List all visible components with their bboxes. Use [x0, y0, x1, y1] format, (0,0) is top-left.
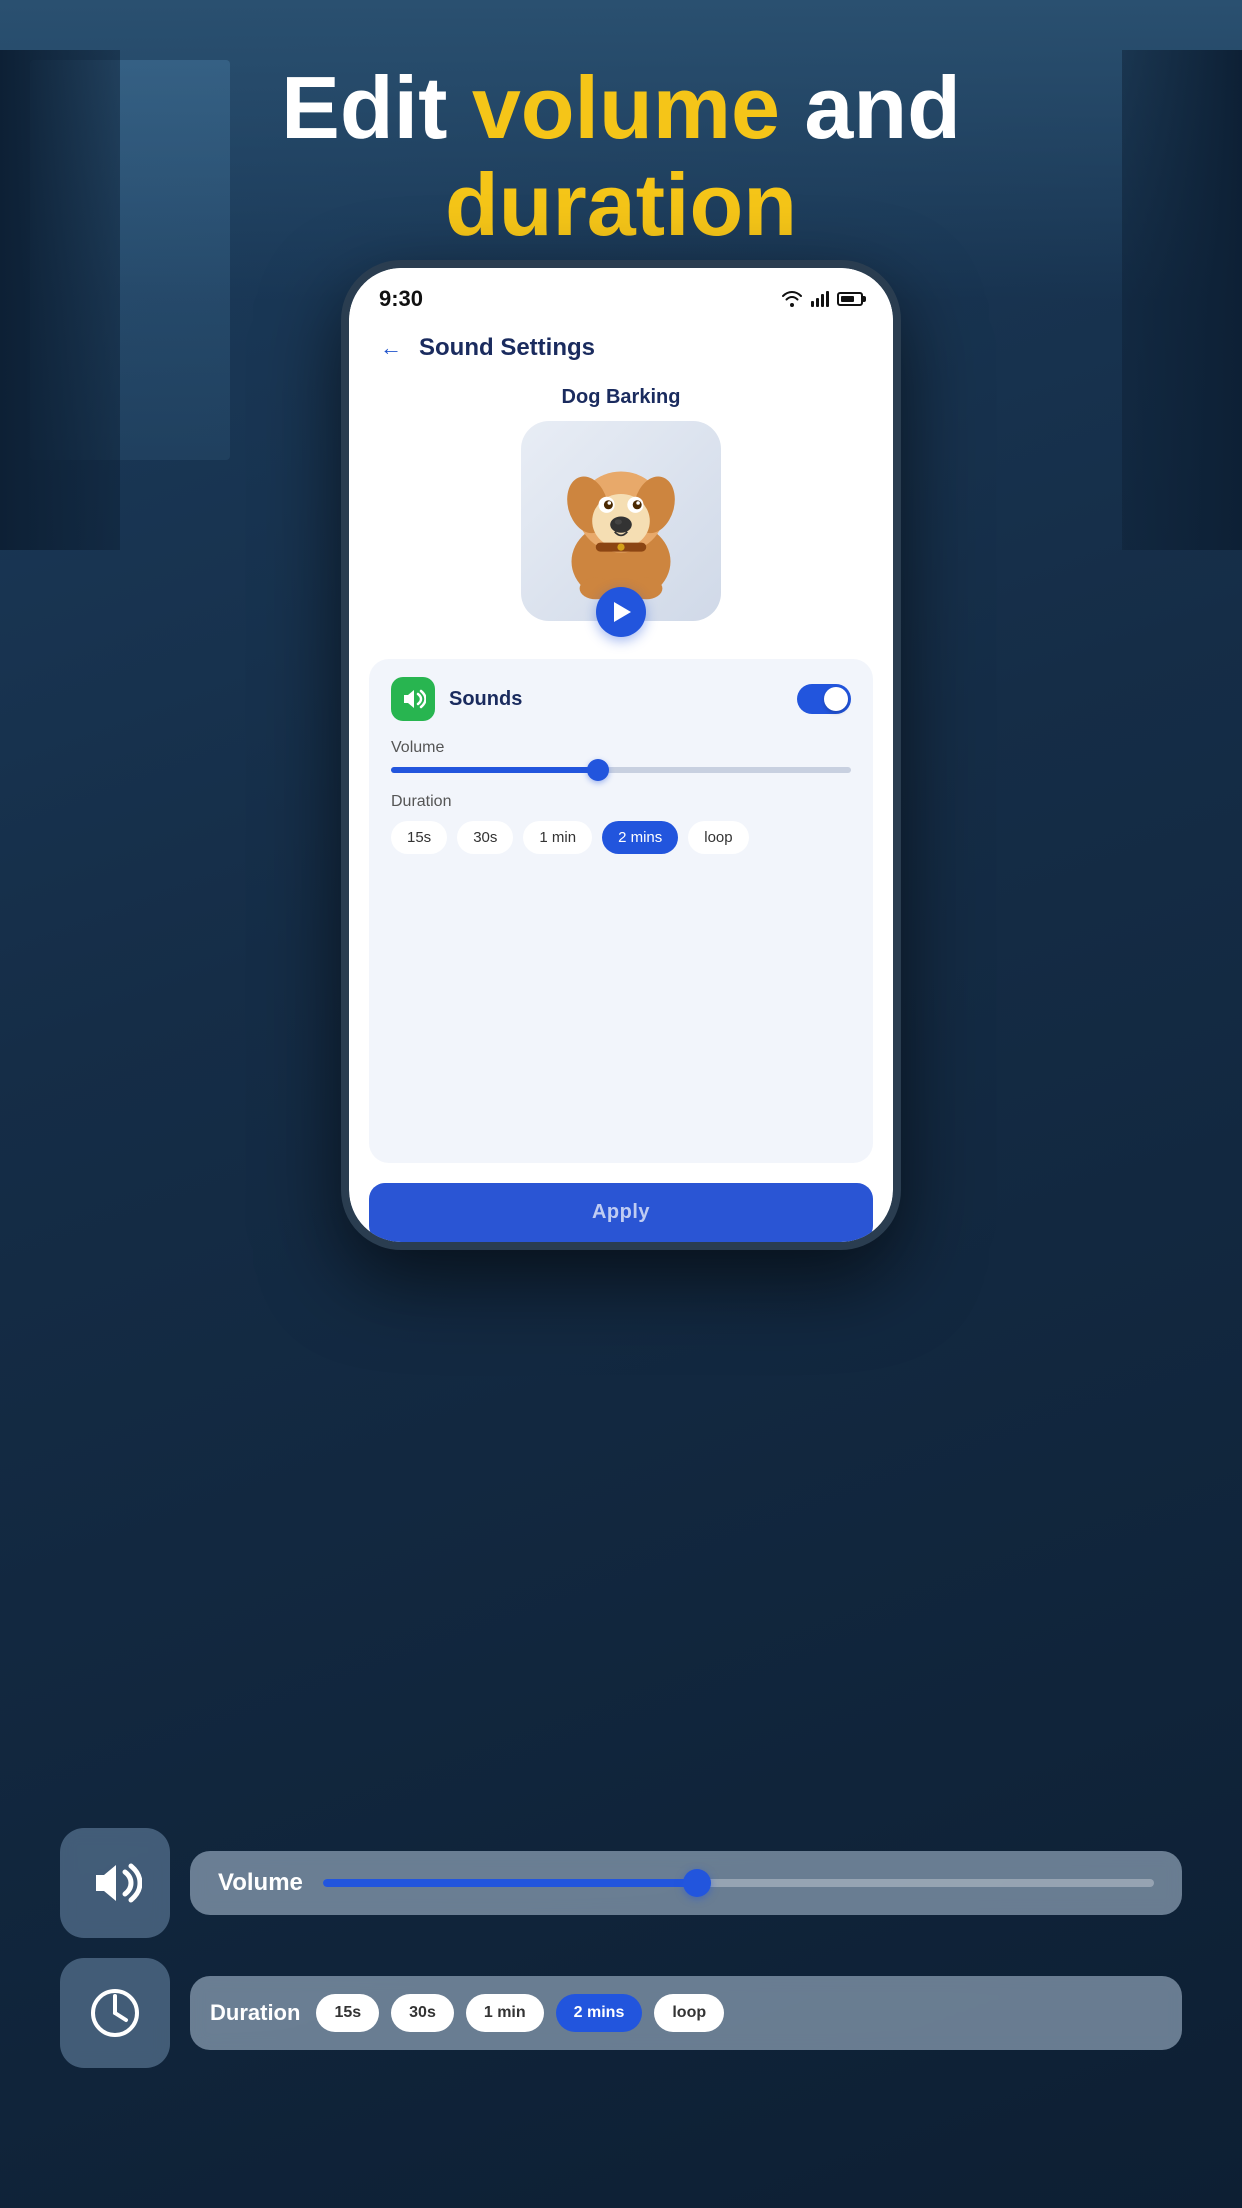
volume-bottom-slider[interactable] [323, 1879, 1154, 1887]
slider-fill [391, 767, 598, 773]
volume-bottom-fill [323, 1879, 697, 1887]
header-prefix: Edit [281, 58, 472, 157]
header-section: Edit volume and duration [0, 60, 1242, 254]
slider-thumb[interactable] [587, 759, 609, 781]
bottom-dur-btn-2mins[interactable]: 2 mins [556, 1994, 643, 2032]
volume-down-button[interactable] [341, 488, 343, 548]
sounds-toggle[interactable] [797, 684, 851, 714]
status-time: 9:30 [379, 286, 423, 312]
duration-bottom-row: Duration 15s 30s 1 min 2 mins loop [60, 1958, 1182, 2068]
bottom-dur-btn-loop[interactable]: loop [654, 1994, 724, 2032]
clock-icon [88, 1986, 142, 2040]
duration-btn-30s[interactable]: 30s [457, 821, 513, 854]
sounds-row: Sounds [391, 677, 851, 721]
phone-screen: 9:30 [349, 268, 893, 1242]
settings-panel: Sounds Volume Duration 15s 30s 1 min 2 m… [369, 659, 873, 1163]
volume-up-button[interactable] [341, 408, 343, 468]
volume-label: Volume [391, 739, 851, 757]
app-header: ← Sound Settings [349, 320, 893, 372]
bottom-controls: Volume Duration 15s 30s 1 min 2 mins loo… [0, 1828, 1242, 2068]
bottom-dur-btn-1min[interactable]: 1 min [466, 1994, 544, 2032]
signal-icon [811, 291, 829, 307]
volume-bottom-label: Volume [218, 1869, 303, 1897]
sounds-label: Sounds [449, 688, 797, 711]
duration-btn-1min[interactable]: 1 min [523, 821, 592, 854]
status-icons [781, 291, 863, 307]
sounds-icon-wrap [391, 677, 435, 721]
duration-btn-loop[interactable]: loop [688, 821, 748, 854]
duration-bottom-panel: Duration 15s 30s 1 min 2 mins loop [190, 1976, 1182, 2050]
duration-icon-button[interactable] [60, 1958, 170, 2068]
back-button[interactable]: ← [373, 330, 409, 366]
sound-image-wrap [521, 421, 721, 621]
volume-icon-button[interactable] [60, 1828, 170, 1938]
toggle-knob [824, 687, 848, 711]
speaker-icon [400, 686, 426, 712]
power-button[interactable] [899, 448, 901, 548]
header-suffix: and [780, 58, 961, 157]
slider-track [391, 767, 851, 773]
phone-frame: 9:30 [341, 260, 901, 1250]
status-bar: 9:30 [349, 268, 893, 320]
duration-btn-2mins[interactable]: 2 mins [602, 821, 678, 854]
header-highlight: volume [472, 58, 780, 157]
play-icon [614, 602, 631, 622]
page-title: Sound Settings [419, 334, 595, 362]
play-button[interactable] [596, 587, 646, 637]
speaker-bottom-icon [88, 1856, 142, 1910]
duration-label: Duration [391, 793, 851, 811]
back-arrow-icon: ← [380, 335, 402, 361]
volume-slider[interactable] [391, 767, 851, 773]
duration-btn-15s[interactable]: 15s [391, 821, 447, 854]
bottom-dur-btn-30s[interactable]: 30s [391, 1994, 454, 2032]
sound-name: Dog Barking [562, 386, 681, 409]
dog-image [531, 431, 711, 611]
volume-slider-panel: Volume [190, 1851, 1182, 1915]
bottom-dur-btn-15s[interactable]: 15s [316, 1994, 379, 2032]
header-title: Edit volume and duration [0, 60, 1242, 254]
volume-bottom-thumb[interactable] [683, 1869, 711, 1897]
wifi-icon [781, 291, 803, 307]
duration-row: 15s 30s 1 min 2 mins loop [391, 821, 851, 854]
duration-bottom-label: Duration [210, 2000, 300, 2026]
header-line2: duration [445, 155, 797, 254]
apply-button[interactable]: Apply [369, 1183, 873, 1242]
sound-card: Dog Barking [349, 372, 893, 631]
battery-icon [837, 292, 863, 306]
volume-bottom-row: Volume [60, 1828, 1182, 1938]
